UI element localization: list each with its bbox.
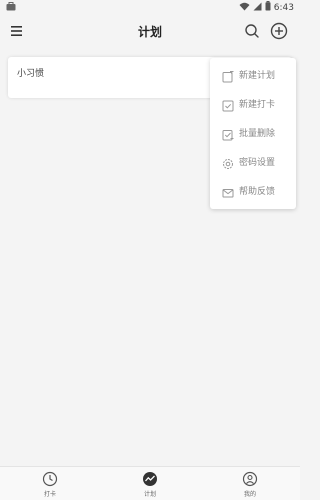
nav-item-checkin[interactable]: 打卡: [30, 467, 70, 500]
battery-icon: [265, 1, 271, 14]
menu-item-new-plan[interactable]: 新建计划: [210, 60, 296, 88]
bottom-nav: 打卡 计划 我的: [0, 466, 300, 500]
menu-item-batch-delete[interactable]: 批量删除: [210, 118, 296, 146]
app-header: 计划: [0, 14, 300, 48]
nav-label: 我的: [243, 491, 256, 498]
nav-label: 打卡: [43, 491, 56, 498]
menu-item-new-checkin[interactable]: 新建打卡: [210, 89, 296, 117]
nav-item-plan[interactable]: 计划: [130, 467, 170, 500]
menu-item-help-feedback[interactable]: 帮助反馈: [210, 176, 296, 204]
new-checkin-icon: [222, 97, 234, 112]
menu-item-password-settings[interactable]: 密码设置: [210, 147, 296, 175]
menu-item-label: 密码设置: [239, 158, 276, 168]
add-dropdown-menu: 新建计划 新建打卡 批量删除 密码设置 帮助反馈: [210, 58, 296, 209]
wifi-icon: [239, 2, 250, 14]
menu-item-label: 帮助反馈: [239, 187, 276, 197]
trend-icon: [142, 471, 158, 487]
habit-label: 小习惯: [17, 69, 45, 79]
signal-icon: [253, 2, 262, 14]
clock-icon: [42, 471, 58, 487]
status-bar: 6:43: [0, 0, 300, 14]
menu-item-label: 批量删除: [239, 129, 276, 139]
new-plan-icon: [222, 68, 234, 83]
search-icon[interactable]: [243, 22, 261, 40]
add-circle-icon[interactable]: [269, 21, 289, 41]
status-indicators: 6:43: [239, 1, 294, 14]
nav-item-mine[interactable]: 我的: [230, 467, 270, 500]
status-time: 6:43: [273, 2, 294, 13]
settings-icon: [222, 155, 234, 169]
menu-item-label: 新建计划: [239, 71, 276, 81]
nav-label: 计划: [143, 491, 156, 498]
menu-item-label: 新建打卡: [239, 100, 276, 110]
briefcase-icon: [6, 2, 16, 14]
batch-delete-icon: [222, 126, 234, 141]
mail-icon: [222, 184, 234, 198]
user-icon: [242, 471, 258, 487]
